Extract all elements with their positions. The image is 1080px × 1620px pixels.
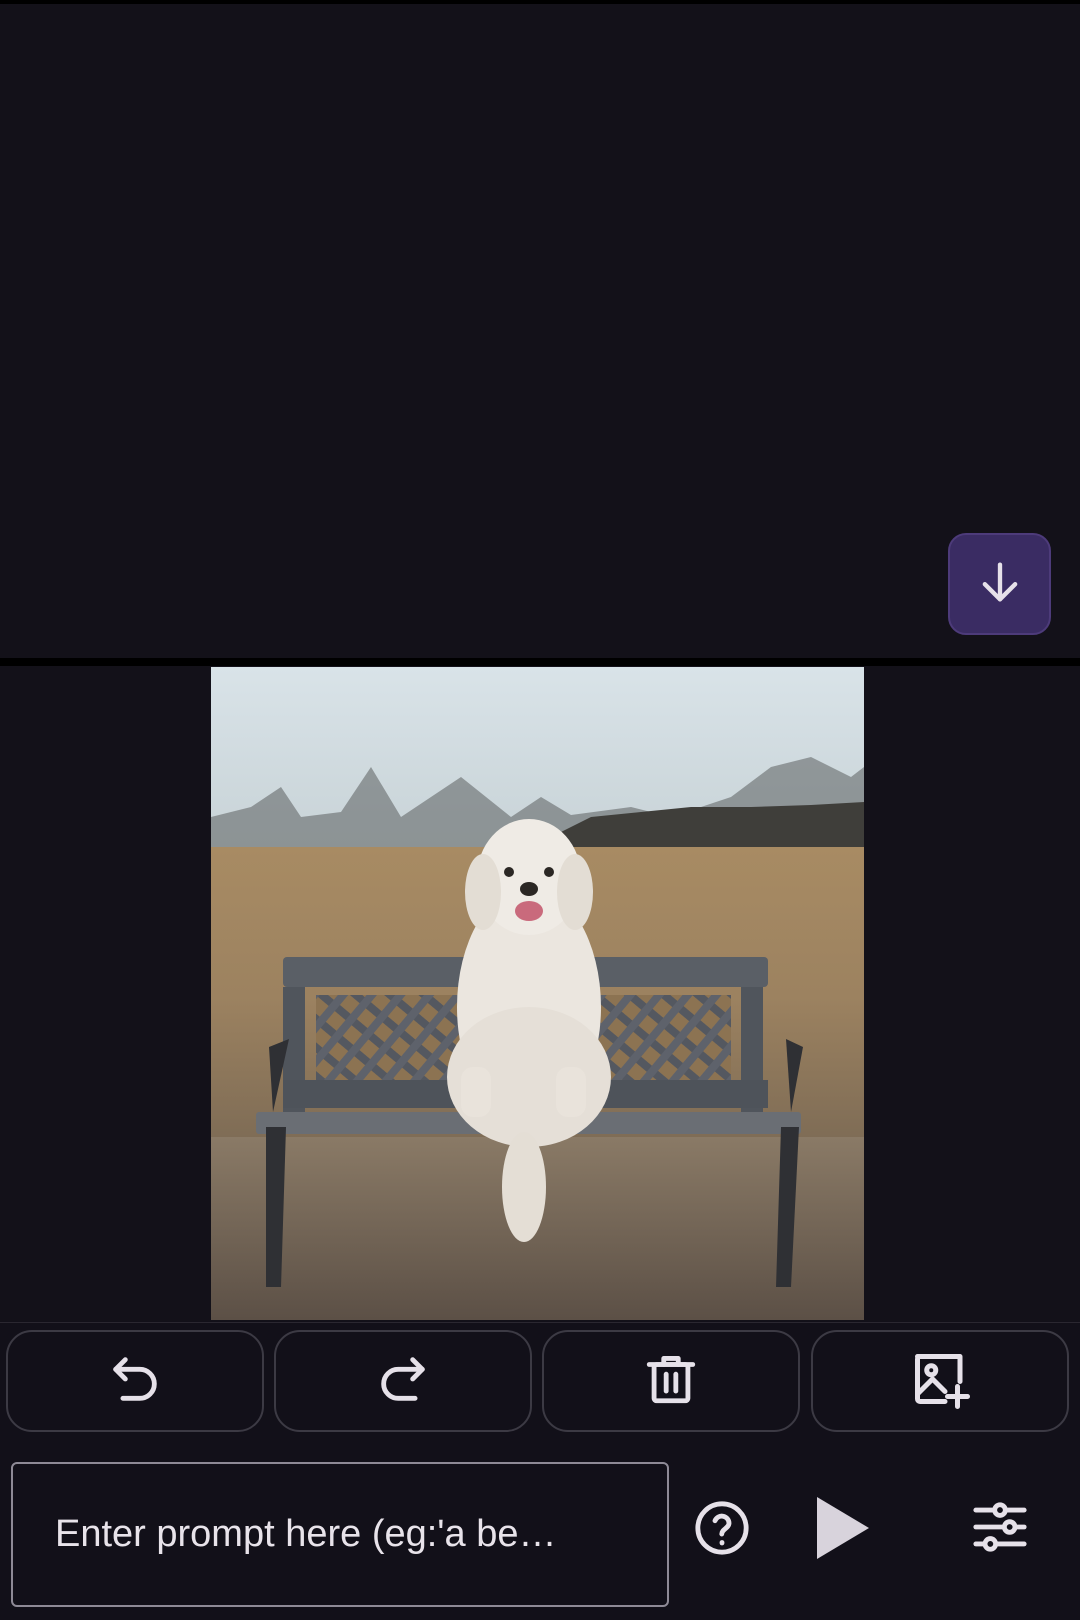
result-pane [0,0,1080,658]
scroll-down-button[interactable] [948,533,1051,635]
add-image-button[interactable] [811,1330,1069,1432]
undo-button[interactable] [6,1330,264,1432]
help-circle-icon [693,1499,751,1562]
prompt-placeholder: Enter prompt here (eg:'a be… [55,1513,557,1555]
prompt-input[interactable]: Enter prompt here (eg:'a be… [11,1462,669,1607]
arrow-down-icon [974,556,1026,613]
pane-divider[interactable] [0,658,1080,666]
sliders-icon [970,1498,1030,1561]
settings-button[interactable] [965,1496,1035,1562]
redo-icon [374,1350,432,1413]
toolbar-divider [0,1322,1080,1323]
delete-button[interactable] [542,1330,800,1432]
play-icon [811,1494,873,1567]
redo-button[interactable] [274,1330,532,1432]
trash-icon [642,1350,700,1413]
input-image[interactable] [211,667,864,1320]
add-image-icon [910,1349,970,1414]
run-button[interactable] [806,1492,878,1568]
help-button[interactable] [690,1498,754,1562]
canvas-pane [0,666,1080,1321]
undo-icon [106,1350,164,1413]
